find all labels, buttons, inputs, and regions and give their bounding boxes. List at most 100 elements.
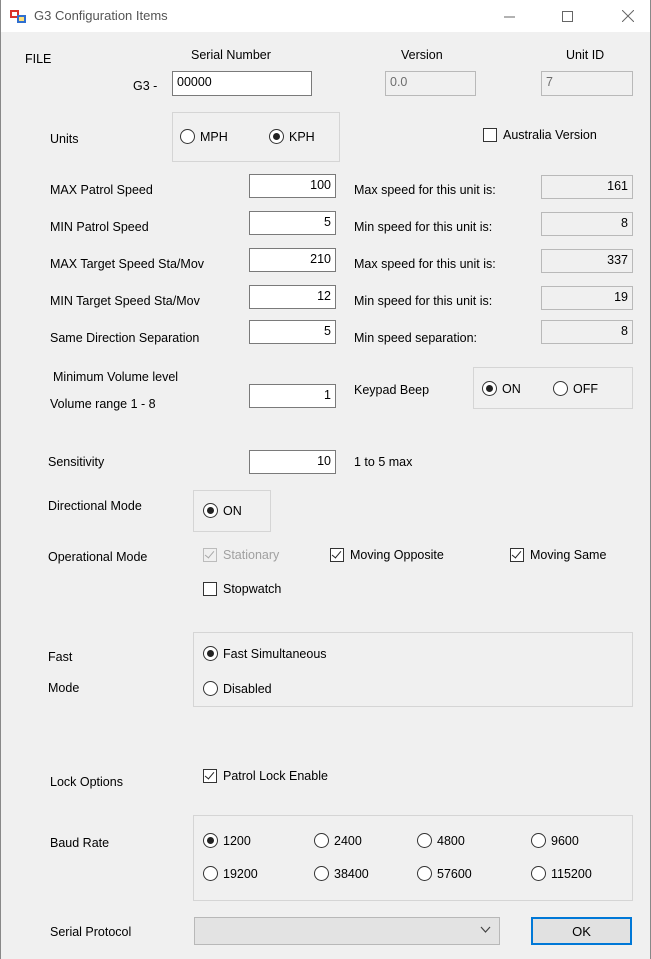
max-target-info-label: Max speed for this unit is:: [354, 257, 496, 271]
patrol-lock-label: Patrol Lock Enable: [223, 769, 328, 783]
patrol-lock-checkbox[interactable]: Patrol Lock Enable: [203, 769, 328, 783]
fast-mode-label-line2: Mode: [48, 681, 80, 695]
fast-disabled-radio[interactable]: Disabled: [203, 681, 272, 696]
min-volume-label: Minimum Volume level: [53, 370, 179, 384]
moving-opposite-checkbox[interactable]: Moving Opposite: [330, 548, 444, 562]
baud-rate-group: [193, 815, 633, 901]
fast-mode-label-line1: Fast: [48, 650, 73, 664]
radio-button-selected: [203, 646, 218, 661]
checkbox-box: [203, 582, 217, 596]
fast-simultaneous-radio[interactable]: Fast Simultaneous: [203, 646, 327, 661]
same-direction-separation-field[interactable]: 5: [249, 320, 336, 344]
checkbox-box-checked: [330, 548, 344, 562]
stopwatch-checkbox[interactable]: Stopwatch: [203, 582, 281, 596]
baud-radio-19200[interactable]: 19200: [203, 866, 258, 881]
sensitivity-field[interactable]: 10: [249, 450, 336, 474]
units-radio-kph[interactable]: KPH: [269, 129, 315, 144]
config-window: G3 Configuration Items FILE Serial Numbe…: [0, 0, 651, 959]
min-target-speed-field[interactable]: 12: [249, 285, 336, 309]
australia-version-checkbox[interactable]: Australia Version: [483, 128, 597, 142]
moving-same-label: Moving Same: [530, 548, 607, 562]
radio-button-selected: [269, 129, 284, 144]
baud-radio-57600[interactable]: 57600: [417, 866, 472, 881]
baud-option-1200: 1200: [223, 833, 251, 848]
window-title: G3 Configuration Items: [34, 8, 168, 23]
radio-button: [314, 833, 329, 848]
min-separation-info-label: Min speed separation:: [354, 331, 477, 345]
keypad-beep-radio-off[interactable]: OFF: [553, 381, 598, 396]
serial-number-field[interactable]: 00000: [172, 71, 312, 96]
max-patrol-info-field: 161: [541, 175, 633, 199]
volume-range-label: Volume range 1 - 8: [50, 397, 156, 411]
min-target-info-label: Min speed for this unit is:: [354, 294, 493, 308]
max-patrol-info-label: Max speed for this unit is:: [354, 183, 496, 197]
units-radio-mph[interactable]: MPH: [180, 129, 228, 144]
max-patrol-speed-field[interactable]: 100: [249, 174, 336, 198]
directional-mode-option-on: ON: [223, 503, 242, 518]
ok-button[interactable]: OK: [531, 917, 632, 945]
volume-field[interactable]: 1: [249, 384, 336, 408]
close-icon: [622, 10, 634, 22]
moving-same-checkbox[interactable]: Moving Same: [510, 548, 606, 562]
min-patrol-info-label: Min speed for this unit is:: [354, 220, 493, 234]
operational-mode-label: Operational Mode: [48, 550, 148, 564]
keypad-beep-radio-on[interactable]: ON: [482, 381, 521, 396]
stopwatch-label: Stopwatch: [223, 582, 282, 596]
sensitivity-hint: 1 to 5 max: [354, 455, 413, 469]
fast-simultaneous-label: Fast Simultaneous: [223, 646, 327, 661]
unit-id-field: 7: [541, 71, 633, 96]
baud-option-2400: 2400: [334, 833, 362, 848]
units-label: Units: [50, 132, 79, 146]
minimize-button[interactable]: [486, 0, 532, 32]
baud-option-4800: 4800: [437, 833, 465, 848]
close-button[interactable]: [605, 0, 651, 32]
max-target-info-field: 337: [541, 249, 633, 273]
serial-protocol-label: Serial Protocol: [50, 925, 132, 939]
min-separation-info-field: 8: [541, 320, 633, 344]
radio-button: [417, 833, 432, 848]
max-target-speed-label: MAX Target Speed Sta/Mov: [50, 257, 205, 271]
radio-button: [531, 833, 546, 848]
max-patrol-speed-label: MAX Patrol Speed: [50, 183, 153, 197]
baud-radio-2400[interactable]: 2400: [314, 833, 362, 848]
serial-protocol-dropdown[interactable]: [194, 917, 500, 945]
radio-button: [180, 129, 195, 144]
stationary-checkbox[interactable]: Stationary: [203, 548, 279, 562]
radio-button: [553, 381, 568, 396]
units-option-kph: KPH: [289, 129, 315, 144]
baud-radio-1200[interactable]: 1200: [203, 833, 251, 848]
baud-option-9600: 9600: [551, 833, 579, 848]
version-field: 0.0: [385, 71, 476, 96]
title-bar: G3 Configuration Items: [1, 0, 650, 32]
sensitivity-label: Sensitivity: [48, 455, 105, 469]
version-label: Version: [401, 48, 443, 62]
directional-mode-radio-on[interactable]: ON: [203, 503, 242, 518]
baud-radio-9600[interactable]: 9600: [531, 833, 579, 848]
baud-radio-38400[interactable]: 38400: [314, 866, 369, 881]
baud-option-38400: 38400: [334, 866, 369, 881]
radio-button-selected: [482, 381, 497, 396]
keypad-beep-option-off: OFF: [573, 381, 598, 396]
checkbox-box-checked: [510, 548, 524, 562]
checkbox-box-checked: [203, 769, 217, 783]
radio-button: [203, 681, 218, 696]
australia-version-label: Australia Version: [503, 128, 597, 142]
app-icon: [10, 10, 26, 23]
minimize-icon: [503, 16, 515, 17]
min-patrol-speed-field[interactable]: 5: [249, 211, 336, 235]
radio-button: [417, 866, 432, 881]
baud-option-115200: 115200: [551, 866, 592, 881]
menu-file[interactable]: FILE: [25, 52, 51, 66]
serial-prefix-label: G3 -: [133, 79, 158, 93]
baud-option-19200: 19200: [223, 866, 258, 881]
min-target-info-field: 19: [541, 286, 633, 310]
baud-radio-4800[interactable]: 4800: [417, 833, 465, 848]
radio-button-selected: [203, 503, 218, 518]
unit-id-label: Unit ID: [566, 48, 605, 62]
max-target-speed-field[interactable]: 210: [249, 248, 336, 272]
baud-radio-115200[interactable]: 115200: [531, 866, 592, 881]
min-patrol-speed-label: MIN Patrol Speed: [50, 220, 149, 234]
keypad-beep-label: Keypad Beep: [354, 383, 430, 397]
stationary-label: Stationary: [223, 548, 280, 562]
maximize-button[interactable]: [544, 0, 590, 32]
